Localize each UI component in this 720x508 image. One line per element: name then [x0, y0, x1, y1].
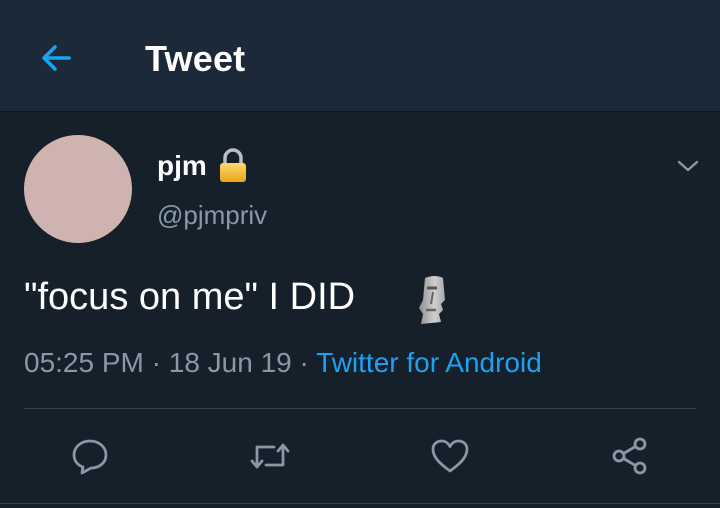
chevron-down-icon	[677, 160, 699, 172]
page-title: Tweet	[145, 38, 246, 79]
tweet-source-link[interactable]: Twitter for Android	[316, 347, 542, 378]
moai-icon	[419, 276, 445, 324]
avatar[interactable]	[24, 135, 132, 243]
reply-icon	[72, 439, 108, 475]
reply-button[interactable]	[68, 434, 112, 478]
lock-icon	[220, 148, 246, 182]
retweet-button[interactable]	[248, 434, 292, 478]
meta-separator: ·	[143, 347, 169, 378]
tweet-date: 18 Jun 19	[168, 347, 292, 378]
retweet-icon	[250, 443, 290, 469]
share-button[interactable]	[608, 434, 652, 478]
tweet-time: 05:25 PM	[24, 347, 144, 378]
meta-separator: ·	[291, 347, 317, 378]
like-icon	[431, 439, 469, 473]
back-button[interactable]	[34, 36, 78, 80]
tweet-menu-button[interactable]	[670, 148, 706, 184]
divider	[24, 408, 696, 409]
author-handle[interactable]: @pjmpriv	[157, 200, 267, 231]
author-name[interactable]: pjm	[157, 150, 207, 182]
bottom-divider	[0, 503, 720, 504]
like-button[interactable]	[428, 434, 472, 478]
share-icon	[612, 437, 647, 475]
tweet-meta: 05:25 PM · 18 Jun 19 · Twitter for Andro…	[24, 347, 542, 379]
top-bar: Tweet	[0, 0, 720, 112]
tweet-text: "focus on me" I DID	[24, 276, 356, 318]
arrow-left-icon	[42, 45, 71, 71]
